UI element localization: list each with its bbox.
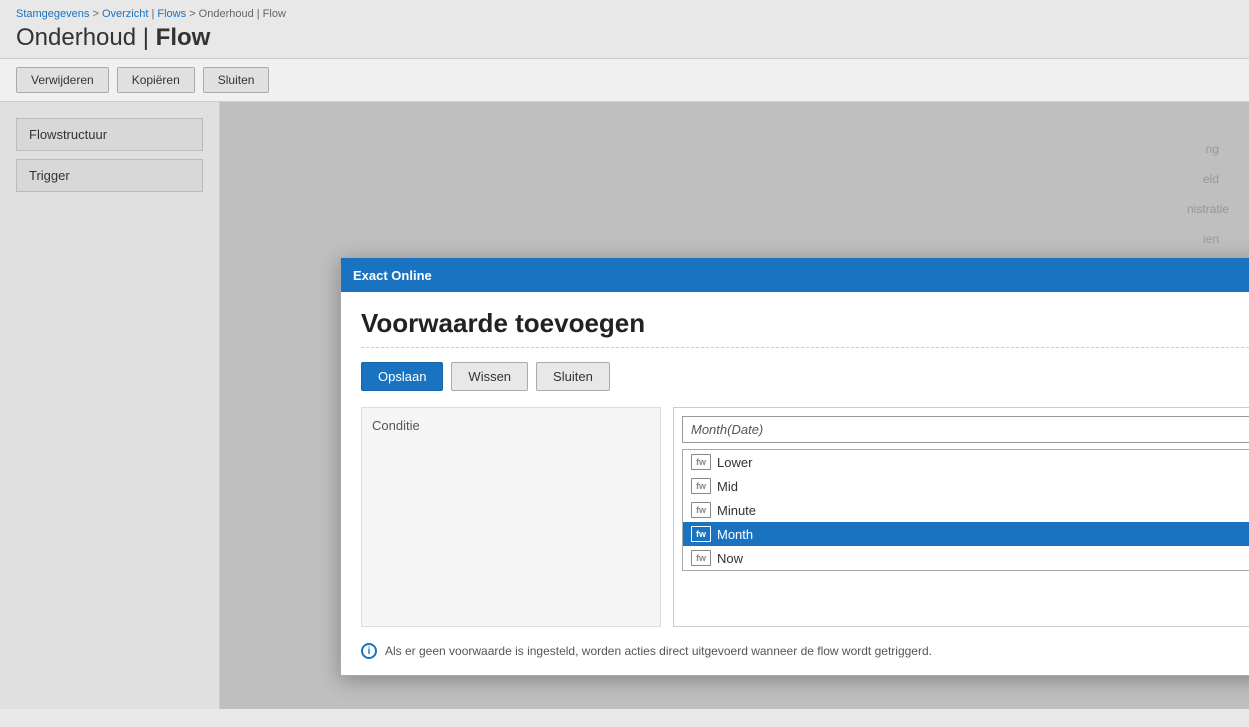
conditie-label: Conditie (372, 418, 650, 433)
fn-badge-mid: fw (691, 478, 711, 494)
item-name-lower: Lower (717, 455, 1249, 470)
item-name-minute: Minute (717, 503, 1249, 518)
sidebar-item-flowstructuur[interactable]: Flowstructuur (16, 118, 203, 151)
modal-dialog: Exact Online ✕ Voorwaarde toevoegen IT ▾… (340, 257, 1249, 676)
page-background: Stamgegevens > Overzicht | Flows > Onder… (0, 0, 1249, 727)
dropdown-item-now[interactable]: fw Now (683, 546, 1249, 570)
kopieren-button[interactable]: Kopiëren (117, 67, 195, 93)
dropdown-item-lower[interactable]: fw Lower (683, 450, 1249, 474)
modal-dialog-title: Voorwaarde toevoegen (361, 308, 645, 339)
fn-badge-now: fw (691, 550, 711, 566)
opslaan-button[interactable]: Opslaan (361, 362, 443, 391)
item-name-month: Month (717, 527, 1249, 542)
dropdown-list: fw Lower fw Mid (682, 449, 1249, 571)
wissen-button[interactable]: Wissen (451, 362, 528, 391)
breadcrumb-flows[interactable]: Flows (157, 8, 186, 20)
conditie-panel: Conditie (361, 407, 661, 627)
page-title: Onderhoud | Flow (16, 24, 1233, 52)
sluiten-button[interactable]: Sluiten (203, 67, 270, 93)
item-name-mid: Mid (717, 479, 1249, 494)
page-toolbar: Verwijderen Kopiëren Sluiten (0, 59, 1249, 102)
modal-toolbar: Opslaan Wissen Sluiten (361, 362, 1249, 391)
modal-footer: i Als er geen voorwaarde is ingesteld, w… (361, 643, 1249, 659)
modal-divider (361, 347, 1249, 348)
info-icon: i (361, 643, 377, 659)
modal-header: Exact Online ✕ (341, 258, 1249, 292)
modal-header-title: Exact Online (353, 268, 432, 283)
modal-content-area: Conditie fw Lower (361, 407, 1249, 627)
page-header: Stamgegevens > Overzicht | Flows > Onder… (0, 0, 1249, 59)
left-panel: Flowstructuur Trigger (0, 102, 220, 709)
dropdown-item-mid[interactable]: fw Mid (683, 474, 1249, 498)
sidebar-item-trigger[interactable]: Trigger (16, 159, 203, 192)
fn-badge-minute: fw (691, 502, 711, 518)
modal-title-row: Voorwaarde toevoegen IT ▾ (361, 308, 1249, 339)
verwijderen-button[interactable]: Verwijderen (16, 67, 109, 93)
formula-area: fw Lower fw Mid (673, 407, 1249, 627)
fn-badge-month: fw (691, 526, 711, 542)
item-name-now: Now (717, 551, 1249, 566)
footer-info-text: Als er geen voorwaarde is ingesteld, wor… (385, 644, 932, 658)
modal-body: Voorwaarde toevoegen IT ▾ Opslaan Wissen… (341, 292, 1249, 675)
breadcrumb-overzicht[interactable]: Overzicht (102, 8, 148, 20)
dropdown-item-minute[interactable]: fw Minute (683, 498, 1249, 522)
fn-badge-lower: fw (691, 454, 711, 470)
modal-sluiten-button[interactable]: Sluiten (536, 362, 610, 391)
formula-input[interactable] (682, 416, 1249, 443)
breadcrumb: Stamgegevens > Overzicht | Flows > Onder… (16, 8, 1233, 20)
breadcrumb-current: Onderhoud | Flow (199, 8, 286, 20)
right-panel: ng eld nistratie ien + Voorwaarde t... E… (220, 102, 1249, 709)
dropdown-item-month[interactable]: fw Month Month (683, 522, 1249, 546)
breadcrumb-stamgegevens[interactable]: Stamgegevens (16, 8, 89, 20)
